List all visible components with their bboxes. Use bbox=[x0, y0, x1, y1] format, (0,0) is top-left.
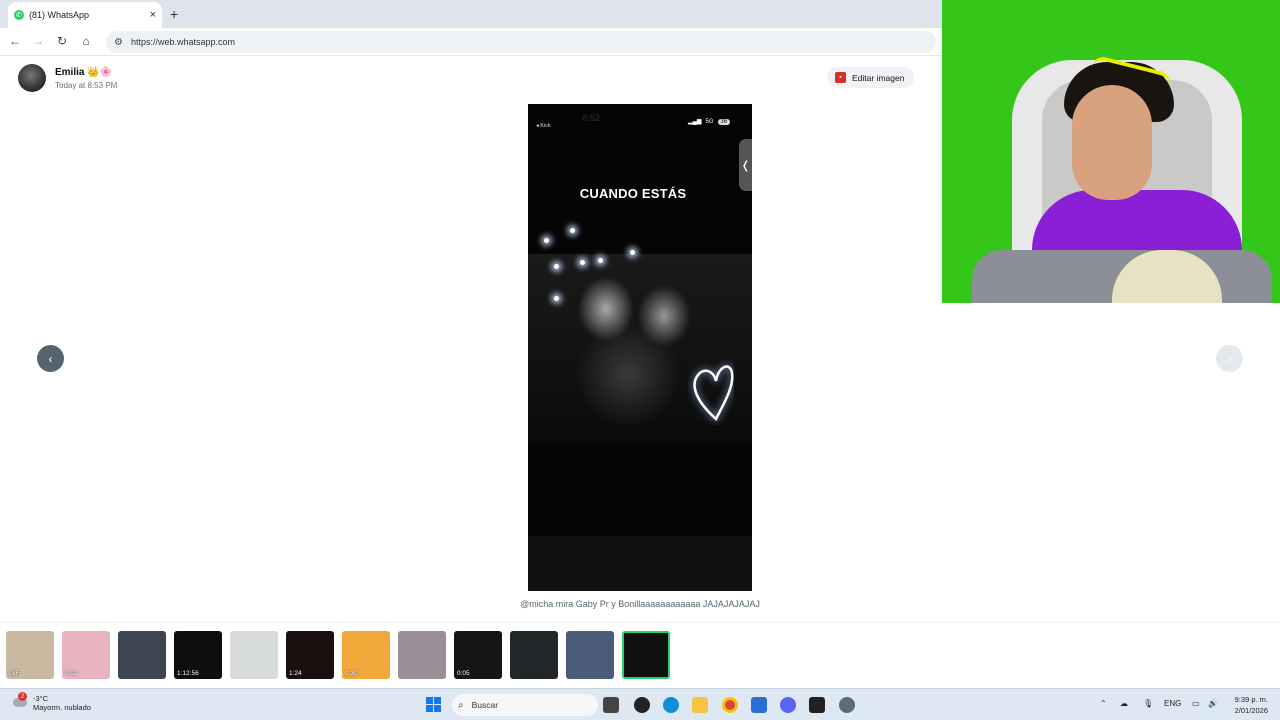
media-caption: @micha mira Gaby Pr y Bonillaaaaaaaaaaaa… bbox=[520, 599, 760, 609]
weather-widget[interactable]: 2 -3°C Mayorm. nublado bbox=[12, 692, 91, 712]
media-thumbnail[interactable] bbox=[118, 631, 166, 679]
sparkle bbox=[554, 296, 559, 301]
edit-icon: ▪ bbox=[835, 72, 846, 83]
media-thumbnail[interactable]: 0:30 bbox=[342, 631, 390, 679]
windows-start-icon[interactable] bbox=[426, 697, 441, 712]
store-icon[interactable] bbox=[751, 697, 767, 713]
media-thumbnail[interactable]: 1:12:56 bbox=[174, 631, 222, 679]
address-bar[interactable]: ⚙ https://web.whatsapp.com bbox=[106, 31, 936, 53]
sparkle bbox=[580, 260, 585, 265]
heart-icon bbox=[693, 365, 734, 422]
side-panel-tab: ❬ bbox=[739, 139, 752, 191]
next-arrow-button[interactable]: › bbox=[1216, 345, 1243, 372]
settings-icon[interactable] bbox=[839, 697, 855, 713]
tab-whatsapp[interactable]: ✆ (81) WhatsApp × bbox=[8, 2, 162, 28]
sparkle bbox=[598, 258, 603, 263]
sparkle bbox=[554, 264, 559, 269]
task-view-icon[interactable] bbox=[603, 697, 619, 713]
status-back: ◂ Kick bbox=[536, 123, 551, 129]
media-thumbnail[interactable] bbox=[622, 631, 670, 679]
sparkle bbox=[630, 250, 635, 255]
forward-icon[interactable]: → bbox=[30, 34, 46, 48]
microphone-icon[interactable]: 🎙 bbox=[1143, 699, 1153, 708]
media-bottom-bar bbox=[528, 536, 752, 591]
media-thumbnail[interactable]: GIF bbox=[6, 631, 54, 679]
cloud-icon: 2 bbox=[12, 692, 28, 711]
language-indicator[interactable]: ENG bbox=[1164, 699, 1181, 708]
media-image[interactable]: 8:52 ◂ Kick ▂▄▆ 5G 36 ❬ CUANDO ESTÁS bbox=[528, 104, 752, 591]
thumbnail-duration: GIF bbox=[9, 670, 20, 677]
thumbnail-duration: 1:24 bbox=[289, 670, 302, 677]
notification-badge: 2 bbox=[18, 692, 27, 701]
whatsapp-icon: ✆ bbox=[14, 10, 24, 20]
chevron-up-icon[interactable]: ⌃ bbox=[1100, 699, 1107, 708]
url-text: https://web.whatsapp.com bbox=[130, 37, 236, 47]
system-clock[interactable]: 9:39 p. m. 2/01/2026 bbox=[1222, 694, 1268, 716]
edit-image-button[interactable]: ▪ Editar imagen bbox=[827, 67, 915, 88]
status-time: 8:52 bbox=[581, 113, 600, 123]
streamer-face bbox=[1072, 85, 1152, 200]
media-thumbnail[interactable]: 1:24 bbox=[286, 631, 334, 679]
status-indicators: ▂▄▆ 5G 36 bbox=[688, 118, 731, 125]
phone-status-bar: 8:52 ◂ Kick ▂▄▆ 5G 36 bbox=[528, 104, 752, 134]
media-thumbnail[interactable] bbox=[230, 631, 278, 679]
display-icon[interactable]: ▭ bbox=[1192, 699, 1200, 708]
volume-icon[interactable]: 🔊 bbox=[1208, 699, 1218, 708]
search-placeholder: Buscar bbox=[471, 700, 499, 710]
overlay-text: CUANDO ESTÁS bbox=[579, 186, 687, 201]
webcam-overlay bbox=[942, 0, 1280, 303]
obs-icon[interactable] bbox=[634, 697, 650, 713]
edge-icon[interactable] bbox=[663, 697, 679, 713]
thumbnail-duration: 1:12:56 bbox=[177, 670, 199, 677]
clock-date: 2/01/2026 bbox=[1234, 706, 1268, 715]
sender-info: Emilia 👑🌸 Today at 8:53 PM bbox=[18, 64, 117, 92]
weather-temp: -3°C bbox=[33, 694, 49, 703]
clock-time: 9:39 p. m. bbox=[1234, 695, 1268, 704]
battery-icon: 36 bbox=[717, 118, 731, 125]
thumbnail-duration: 0:02 bbox=[65, 670, 78, 677]
edit-image-label: Editar imagen bbox=[852, 72, 905, 83]
media-thumbnail[interactable] bbox=[398, 631, 446, 679]
avatar[interactable] bbox=[18, 64, 46, 92]
browser-tab-bar: ✆ (81) WhatsApp × + bbox=[0, 0, 942, 28]
media-thumbnail[interactable]: 0:02 bbox=[62, 631, 110, 679]
previous-arrow-button[interactable]: ‹ bbox=[37, 345, 64, 372]
media-thumbnail[interactable] bbox=[566, 631, 614, 679]
search-icon: ⌕ bbox=[458, 699, 464, 711]
thumbnail-strip: GIF 0:02 1:12:56 1:24 0:30 0:05 bbox=[0, 622, 1280, 684]
media-thumbnail[interactable]: 0:05 bbox=[454, 631, 502, 679]
taskbar-search[interactable]: ⌕ Buscar bbox=[452, 694, 598, 716]
media-thumbnail[interactable] bbox=[510, 631, 558, 679]
tab-title: (81) WhatsApp bbox=[29, 10, 90, 20]
network-label: 5G bbox=[705, 118, 714, 125]
new-tab-button[interactable]: + bbox=[170, 6, 178, 22]
back-icon[interactable]: ← bbox=[7, 34, 23, 48]
sparkle bbox=[544, 238, 549, 243]
weather-desc: Mayorm. nublado bbox=[33, 703, 91, 712]
signal-icon: ▂▄▆ bbox=[688, 119, 702, 125]
windows-taskbar: 2 -3°C Mayorm. nublado ⌕ Buscar ⌃ ☁ 🎙 EN… bbox=[0, 688, 1280, 720]
cloud-tray-icon[interactable]: ☁ bbox=[1120, 699, 1128, 708]
discord-icon[interactable] bbox=[780, 697, 796, 713]
tab-close-button[interactable]: × bbox=[150, 9, 156, 21]
file-explorer-icon[interactable] bbox=[692, 697, 708, 713]
sender-name: Emilia 👑🌸 bbox=[55, 66, 113, 78]
browser-toolbar: ← → ↻ ⌂ ⚙ https://web.whatsapp.com bbox=[0, 28, 942, 56]
sparkle bbox=[570, 228, 575, 233]
chrome-icon[interactable] bbox=[722, 697, 738, 713]
reload-icon[interactable]: ↻ bbox=[54, 34, 70, 48]
epic-games-icon[interactable] bbox=[809, 697, 825, 713]
thumbnail-duration: 0:30 bbox=[345, 670, 358, 677]
home-icon[interactable]: ⌂ bbox=[78, 34, 94, 48]
message-timestamp: Today at 8:53 PM bbox=[55, 80, 118, 90]
site-settings-icon[interactable]: ⚙ bbox=[114, 37, 123, 48]
thumbnail-duration: 0:05 bbox=[457, 670, 470, 677]
